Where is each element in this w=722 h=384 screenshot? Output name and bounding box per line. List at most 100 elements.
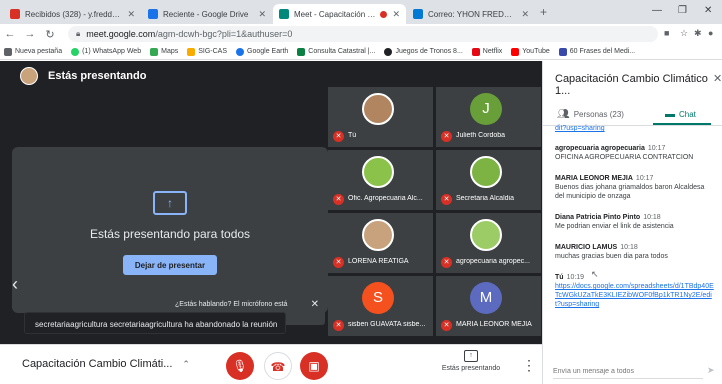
gmail-icon xyxy=(10,9,20,19)
stop-presenting-button[interactable]: Dejar de presentar xyxy=(123,255,217,275)
meeting-details-button[interactable]: Capacitación Cambio Climáti... ⌃ xyxy=(22,358,190,370)
participant-name: Julieth Cordoba xyxy=(456,132,506,139)
tab-people-label: Personas (23) xyxy=(573,109,624,119)
chat-panel: Capacitación Cambio Climático 1... ✕ 👥︎ … xyxy=(542,61,722,384)
drive-icon xyxy=(148,9,158,19)
chat-sender: Diana Patricia Pinto Pinto xyxy=(555,214,641,221)
chat-text: OFICINA AGROPECUARIA CONTRATCION xyxy=(555,154,694,161)
bookmark-item[interactable]: Juegos de Tronos 8... xyxy=(384,47,463,56)
avatar xyxy=(20,67,38,85)
chat-link[interactable]: https://docs.google.com/spreadsheets/d/1… xyxy=(555,282,715,309)
new-tab-button[interactable]: + xyxy=(540,5,547,19)
avatar xyxy=(362,93,394,125)
avatar xyxy=(470,219,502,251)
talking-notice-text: ¿Estás hablando? El micrófono está xyxy=(175,301,288,308)
browser-tab-gmail[interactable]: Recibidos (328) - y.freddymcj@g ✕ xyxy=(4,4,141,24)
sig-cas-icon xyxy=(187,47,196,56)
outlook-icon xyxy=(413,9,423,19)
mic-off-icon: ✕ xyxy=(441,257,452,268)
chat-sender: MAURICIO LAMUS xyxy=(555,244,618,251)
tab-people[interactable]: 👥︎ Personas (23) xyxy=(557,103,624,125)
bookmark-icon xyxy=(558,47,567,56)
browser-tab-title: Correo: YHON FREDDY MURILLO xyxy=(428,9,516,19)
bookmark-icon xyxy=(384,47,393,56)
chat-time: 10:17 xyxy=(635,175,654,182)
camera-blocked-icon[interactable]: ■ xyxy=(664,28,669,38)
close-icon[interactable]: ✕ xyxy=(258,9,266,20)
chat-time: 10:17 xyxy=(647,145,666,152)
bookmark-label: (1) WhatsApp Web xyxy=(82,48,142,55)
bookmark-label: Consulta Catastral |... xyxy=(308,48,376,55)
catastro-icon xyxy=(297,47,306,56)
participant-tile[interactable]: ✕ Tú xyxy=(328,87,433,147)
close-icon[interactable]: ✕ xyxy=(392,9,400,20)
mic-off-icon: ✕ xyxy=(333,131,344,142)
avatar xyxy=(362,219,394,251)
bookmark-item[interactable]: Netflix xyxy=(471,47,502,56)
avatar: M xyxy=(470,282,502,314)
close-window-icon[interactable]: ✕ xyxy=(704,5,712,16)
chat-input[interactable] xyxy=(553,365,703,379)
google-earth-icon xyxy=(236,47,245,56)
camera-toggle-button[interactable]: ▣ xyxy=(300,352,328,380)
bookmark-item[interactable]: YouTube xyxy=(511,47,550,56)
bookmark-item[interactable]: SIG-CAS xyxy=(187,47,227,56)
participant-tile[interactable]: ✕ Ofic. Agropecuaria Alc... xyxy=(328,150,433,210)
bookmark-label: Nueva pestaña xyxy=(15,48,63,55)
close-icon[interactable]: ✕ xyxy=(311,299,319,310)
leave-call-button[interactable]: ☎︎ xyxy=(264,352,292,380)
back-icon[interactable]: ← xyxy=(0,28,20,40)
panel-title: Capacitación Cambio Climático 1... xyxy=(555,73,708,97)
chat-time: 10:18 xyxy=(620,244,638,251)
participant-tile[interactable]: ✕ agropecuaria agropec... xyxy=(436,213,541,273)
chevron-left-icon[interactable]: ‹ xyxy=(12,274,18,295)
mic-off-icon: 🎙︎ xyxy=(232,359,248,373)
tab-chat[interactable]: ▬ Chat xyxy=(665,103,696,125)
netflix-icon xyxy=(471,47,480,56)
more-options-icon[interactable]: ⋮ xyxy=(522,357,536,374)
maps-icon xyxy=(150,47,159,56)
bookmark-item[interactable]: Consulta Catastral |... xyxy=(297,47,376,56)
bookmark-item[interactable]: Nueva pestaña xyxy=(4,47,63,56)
star-icon[interactable]: ☆ xyxy=(680,28,688,39)
bookmark-item[interactable]: Google Earth xyxy=(236,47,288,56)
present-now-button[interactable]: ↑ Estás presentando xyxy=(438,350,504,372)
meeting-stage: Estás presentando ↑ Estás presentando pa… xyxy=(0,61,542,344)
bookmark-item[interactable]: Maps xyxy=(150,47,178,56)
mic-toggle-button[interactable]: 🎙︎ xyxy=(226,352,254,380)
mouse-cursor-icon: ↖ xyxy=(591,269,599,279)
participant-grid: ✕ Tú J ✕ Julieth Cordoba ✕ Ofic. Agropec… xyxy=(328,87,542,344)
bookmark-item[interactable]: 60 Frases del Medi... xyxy=(558,47,635,56)
chat-message: agropecuaria agropecuaria 10:17 OFICINA A… xyxy=(555,144,715,162)
presenting-card: ↑ Estás presentando para todos Dejar de … xyxy=(12,147,328,313)
url-path: /agm-dcwh-bgc?pli=1&authuser=0 xyxy=(155,29,293,39)
close-icon[interactable]: ✕ xyxy=(127,9,135,20)
close-icon[interactable]: ✕ xyxy=(713,72,722,85)
close-icon[interactable]: ✕ xyxy=(521,9,529,20)
bookmarks-bar: Nueva pestaña (1) WhatsApp Web Maps SIG-… xyxy=(0,44,722,60)
profile-avatar[interactable]: ● xyxy=(708,28,713,38)
extension-icon[interactable]: ✱ xyxy=(694,28,702,39)
reload-icon[interactable]: ↻ xyxy=(40,28,60,41)
participant-tile[interactable]: S ✕ sisben GUAVATA sisbe... xyxy=(328,276,433,336)
browser-tab-meet[interactable]: Meet - Capacitación Cambio ✕ xyxy=(273,4,406,24)
participant-tile[interactable]: J ✕ Julieth Cordoba xyxy=(436,87,541,147)
bookmark-item[interactable]: (1) WhatsApp Web xyxy=(71,47,142,56)
send-icon[interactable]: ➤ xyxy=(707,365,715,376)
restore-icon[interactable]: ❐ xyxy=(678,5,687,16)
chat-message: MAURICIO LAMUS 10:18 muchas gracias buen … xyxy=(555,243,715,261)
participant-tile[interactable]: ✕ Secretaria Alcaldia xyxy=(436,150,541,210)
chat-sender: Tú xyxy=(555,274,564,281)
forward-icon[interactable]: → xyxy=(20,28,40,40)
meeting-controls-bar: Capacitación Cambio Climáti... ⌃ 🎙︎ ☎︎ ▣… xyxy=(0,344,542,384)
participant-name: Ofic. Agropecuaria Alc... xyxy=(348,195,423,202)
mic-off-icon: ✕ xyxy=(441,131,452,142)
participant-tile[interactable]: M ✕ MARIA LEONOR MEJIA xyxy=(436,276,541,336)
youtube-icon xyxy=(511,47,520,56)
browser-tab-outlook[interactable]: Correo: YHON FREDDY MURILLO ✕ xyxy=(407,4,535,24)
browser-tab-drive[interactable]: Reciente - Google Drive ✕ xyxy=(142,4,272,24)
participant-tile[interactable]: ✕ LORENA REATIGA xyxy=(328,213,433,273)
address-bar[interactable]: 🔒︎ meet.google.com/agm-dcwh-bgc?pli=1&au… xyxy=(68,26,658,42)
chat-link[interactable]: dit?usp=sharing xyxy=(555,125,715,132)
minimize-icon[interactable]: — xyxy=(652,5,662,16)
